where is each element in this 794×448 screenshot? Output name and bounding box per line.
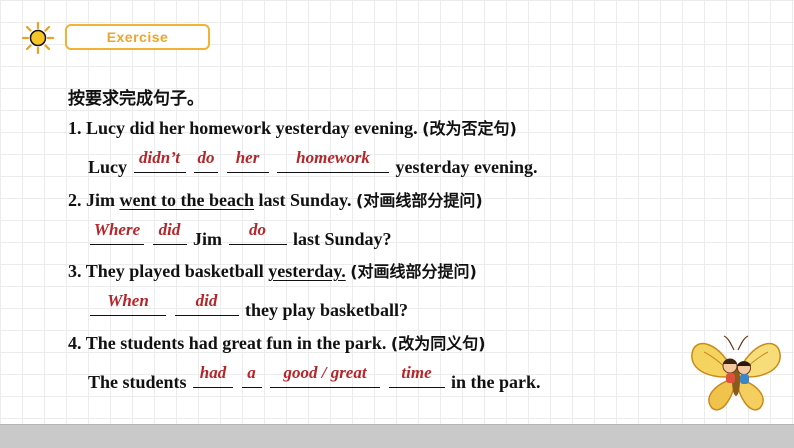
sun-icon: [22, 22, 54, 54]
butterfly-kids-illustration: [691, 335, 781, 411]
footer-bar: [0, 424, 794, 448]
answer-line-2: Where did Jim do last Sunday?: [88, 220, 392, 251]
question-3: 3. They played basketball yesterday. (对画…: [68, 261, 477, 281]
instruction-text: 按要求完成句子。: [68, 89, 204, 109]
answer-line-3: When did they play basketball?: [88, 291, 408, 322]
answer-blank[interactable]: did: [174, 291, 239, 316]
question-2: 2. Jim went to the beach last Sunday. (对…: [68, 190, 483, 210]
answer-blank[interactable]: a: [241, 363, 262, 388]
answer-blank[interactable]: didn’t: [133, 148, 186, 173]
answer-line-1: Lucy didn’t do her homework yesterday ev…: [88, 148, 538, 177]
answer-line-4: The students had a good / great time in …: [88, 363, 541, 392]
underlined-phrase: yesterday.: [268, 261, 346, 281]
answer-blank[interactable]: homework: [277, 148, 390, 173]
answer-blank[interactable]: do: [228, 220, 287, 245]
answer-blank[interactable]: When: [90, 291, 166, 316]
underlined-phrase: went to the beach: [119, 190, 254, 210]
answer-blank[interactable]: Where: [90, 220, 144, 245]
answer-blank[interactable]: did: [152, 220, 187, 245]
answer-blank[interactable]: her: [226, 148, 269, 173]
question-4: 4. The students had great fun in the par…: [68, 333, 486, 353]
answer-blank[interactable]: do: [194, 148, 219, 173]
answer-blank[interactable]: good / great: [270, 363, 381, 388]
answer-blank[interactable]: had: [193, 363, 234, 388]
answer-blank[interactable]: time: [388, 363, 445, 388]
question-1: 1. Lucy did her homework yesterday eveni…: [68, 118, 517, 138]
exercise-badge: Exercise: [65, 24, 210, 50]
